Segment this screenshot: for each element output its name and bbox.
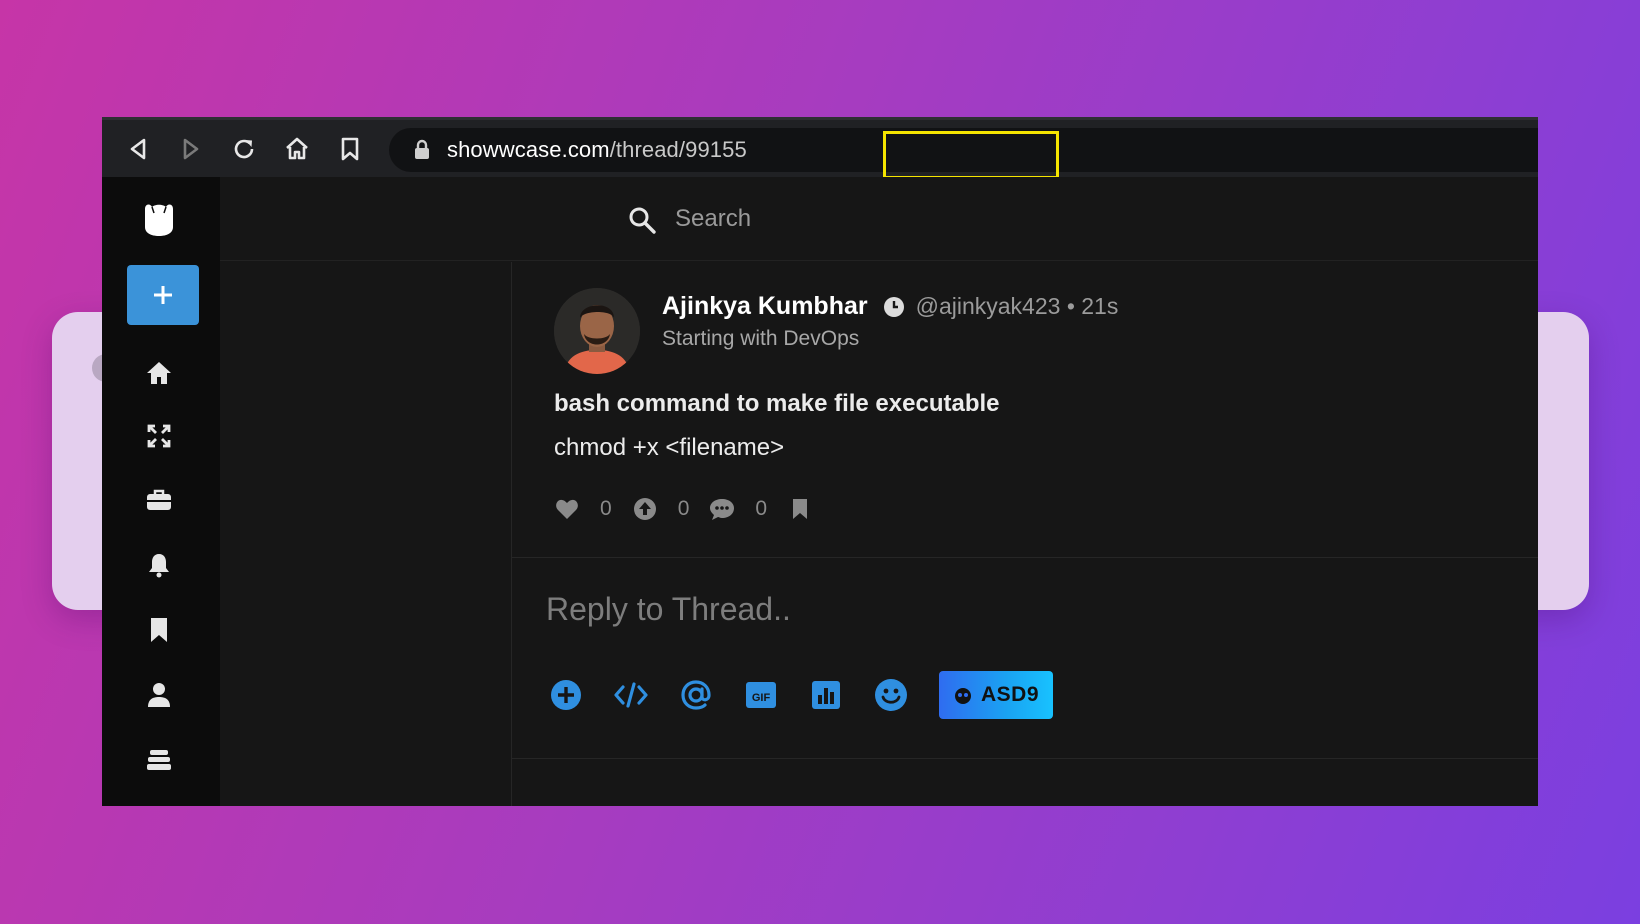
sidebar-item-profile[interactable] xyxy=(141,677,177,713)
url-host: showwcase.com xyxy=(447,137,610,162)
address-bar[interactable]: showwcase.com/thread/99155 xyxy=(389,128,1538,179)
author-headline: Starting with DevOps xyxy=(662,327,860,350)
forward-arrow-icon xyxy=(183,138,199,159)
asd9-label: ASD9 xyxy=(980,683,1040,706)
home-icon xyxy=(286,137,308,159)
post-stats: 0 0 0 xyxy=(554,496,813,522)
author-line: Ajinkya Kumbhar @ajinkyak423 • 21s xyxy=(662,292,1118,321)
top-search-bar xyxy=(220,177,1538,261)
sidebar-item-notifications[interactable] xyxy=(141,547,177,583)
sidebar-item-explore[interactable] xyxy=(141,418,177,454)
back-button[interactable] xyxy=(120,131,156,167)
left-column xyxy=(220,177,511,806)
reply-input[interactable] xyxy=(546,585,1346,633)
url-text: showwcase.com/thread/99155 xyxy=(447,137,747,163)
bookmark-post-button[interactable] xyxy=(787,496,813,522)
bookmark-icon xyxy=(793,499,808,519)
heart-icon xyxy=(556,499,578,519)
thread-main: Ajinkya Kumbhar @ajinkyak423 • 21s Start… xyxy=(511,262,1538,806)
svg-text:GIF: GIF xyxy=(752,692,771,704)
expand-icon xyxy=(147,424,171,448)
forward-button[interactable] xyxy=(173,131,209,167)
mention-button[interactable] xyxy=(678,677,714,713)
insert-code-button[interactable] xyxy=(613,677,649,713)
gif-button[interactable]: GIF xyxy=(743,677,779,713)
sidebar-item-bookmarks[interactable] xyxy=(141,612,177,648)
reply-toolbar: GIF ASD9 xyxy=(548,671,1053,719)
sidebar-item-home[interactable] xyxy=(141,355,177,391)
comment-button[interactable] xyxy=(709,496,735,522)
browser-toolbar: showwcase.com/thread/99155 xyxy=(102,120,1538,179)
asd9-button[interactable]: ASD9 xyxy=(939,671,1053,719)
emoji-button[interactable] xyxy=(873,677,909,713)
bookmark-page-button[interactable] xyxy=(332,131,368,167)
showwcase-logo-icon[interactable] xyxy=(139,199,179,239)
stack-icon xyxy=(147,750,171,770)
create-new-button[interactable] xyxy=(127,265,199,325)
like-button[interactable] xyxy=(554,496,580,522)
home-button[interactable] xyxy=(279,131,315,167)
post-title: bash command to make file executable xyxy=(554,390,1000,417)
briefcase-icon xyxy=(147,489,171,510)
plus-circle-icon xyxy=(551,680,581,710)
author-handle-time: @ajinkyak423 • 21s xyxy=(915,293,1119,319)
app-sidebar xyxy=(102,177,220,806)
bookmark-icon xyxy=(151,618,167,642)
author-name[interactable]: Ajinkya Kumbhar xyxy=(662,292,868,321)
search-input[interactable] xyxy=(675,199,1275,239)
boost-button[interactable] xyxy=(632,496,658,522)
reload-icon xyxy=(234,139,254,158)
post-body: chmod +x <filename> xyxy=(554,434,785,461)
poll-button[interactable] xyxy=(808,677,844,713)
sidebar-item-layers[interactable] xyxy=(141,742,177,778)
upvote-circle-icon xyxy=(633,498,656,520)
at-sign-icon xyxy=(681,680,711,710)
avatar[interactable] xyxy=(554,288,640,374)
smiley-icon xyxy=(875,679,907,711)
poll-chart-icon xyxy=(812,681,840,709)
sidebar-item-jobs[interactable] xyxy=(141,482,177,518)
comment-icon xyxy=(710,499,735,520)
like-count: 0 xyxy=(600,497,612,520)
browser-window: showwcase.com/thread/99155 Search Ajinky… xyxy=(102,117,1538,806)
home-icon xyxy=(147,362,171,384)
clock-icon xyxy=(883,296,904,317)
url-highlight-box xyxy=(883,131,1059,179)
user-icon xyxy=(148,683,170,707)
plus-icon xyxy=(154,286,172,304)
bell-icon xyxy=(149,554,169,578)
boost-count: 0 xyxy=(677,497,690,520)
code-icon xyxy=(614,682,648,708)
search-icon xyxy=(629,207,656,234)
reply-composer: GIF ASD9 xyxy=(512,559,1538,759)
lock-icon xyxy=(411,139,433,161)
url-path: /thread/99155 xyxy=(609,137,747,162)
add-attachment-button[interactable] xyxy=(548,677,584,713)
bookmark-icon xyxy=(341,137,359,160)
comment-count: 0 xyxy=(755,497,768,520)
gif-icon: GIF xyxy=(746,682,776,708)
thread-post: Ajinkya Kumbhar @ajinkyak423 • 21s Start… xyxy=(512,262,1538,558)
asd9-logo-icon xyxy=(954,688,971,704)
back-arrow-icon xyxy=(130,138,146,159)
reload-button[interactable] xyxy=(226,131,262,167)
